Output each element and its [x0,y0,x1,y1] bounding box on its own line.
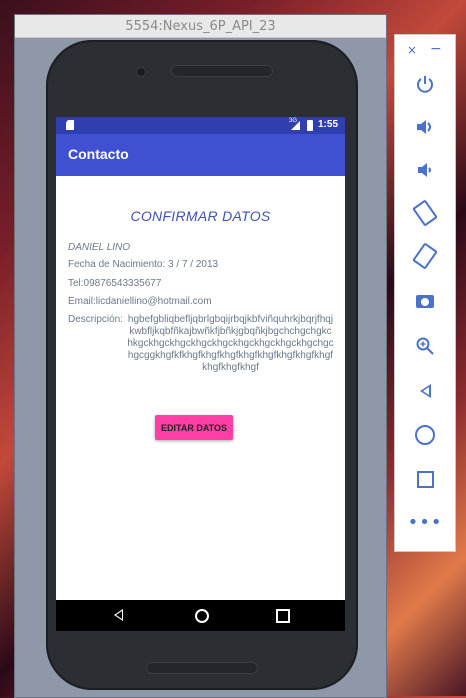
app-bar: Contacto [56,134,345,176]
front-camera [136,67,146,77]
nav-back-icon[interactable] [114,609,123,621]
contact-name: DANIEL LINO [68,242,131,253]
camera-icon[interactable] [411,287,439,315]
nav-recent-apps-icon[interactable] [276,609,290,623]
bottom-speaker [146,662,258,674]
email-address: Email:licdaniellino@hotmail.com [68,296,212,307]
rotate-right-icon[interactable] [411,242,439,270]
app-title: Contacto [68,146,129,162]
back-icon[interactable] [411,377,439,405]
emulator-toolbar: × − ••• [394,34,456,552]
home-icon[interactable] [411,421,439,449]
close-icon[interactable]: × [407,43,417,57]
battery-icon [307,120,313,131]
status-clock: 1:55 [318,119,339,130]
confirm-content: CONFIRMAR DATOS DANIEL LINO Fecha de Nac… [56,176,345,600]
emulator-window: 5554:Nexus_6P_API_23 3G 1:55 Contacto CO… [14,14,387,698]
nav-home-icon[interactable] [195,609,209,623]
description-text: hgbefgbliqbefljqbrlgbqijrbqjkbfviñquhrkj… [127,314,334,373]
volume-down-icon[interactable] [411,156,439,184]
minimize-icon[interactable]: − [430,41,442,57]
emulator-title: 5554:Nexus_6P_API_23 [15,15,386,38]
birth-date: Fecha de Nacimiento: 3 / 7 / 2013 [68,259,219,270]
volume-up-icon[interactable] [411,113,439,141]
overview-icon[interactable] [411,465,439,493]
phone-frame: 3G 1:55 Contacto CONFIRMAR DATOS DANIEL … [46,40,358,690]
zoom-icon[interactable] [411,332,439,360]
more-icon[interactable]: ••• [408,509,442,537]
sd-card-icon [66,120,74,130]
power-icon[interactable] [411,70,439,98]
rotate-left-icon[interactable] [411,199,439,227]
description-label: Descripción: [68,314,124,325]
status-bar: 3G 1:55 [56,117,345,134]
edit-data-button[interactable]: EDITAR DATOS [155,415,233,440]
phone-number: Tel:09876543335677 [68,278,162,289]
nav-bar [56,600,345,631]
network-type: 3G [289,118,298,124]
phone-screen: 3G 1:55 Contacto CONFIRMAR DATOS DANIEL … [56,117,345,631]
top-speaker [171,65,273,77]
confirm-heading: CONFIRMAR DATOS [130,208,271,224]
